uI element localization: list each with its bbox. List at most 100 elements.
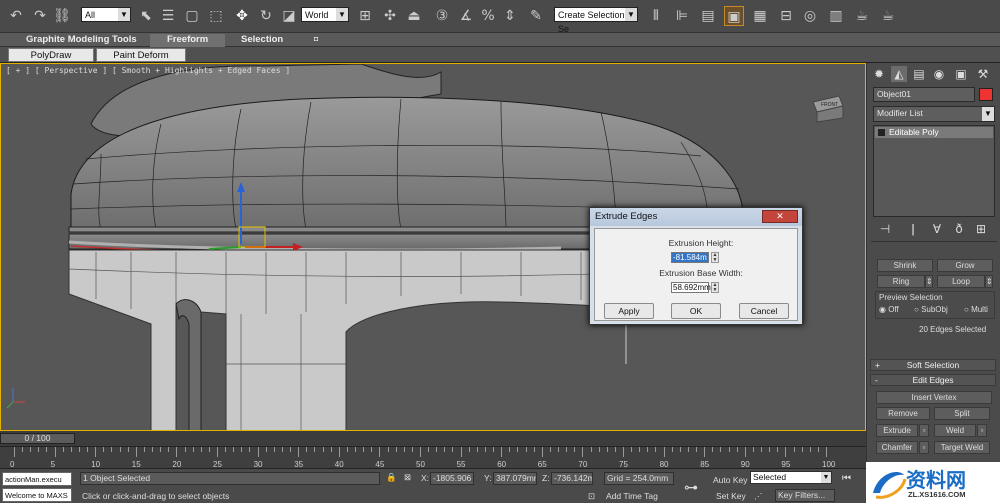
set-key-icon[interactable]: ⊶ xyxy=(684,479,698,496)
named-selection-sets-dropdown[interactable]: Create Selection Se ▼ xyxy=(554,7,638,34)
viewcube-label[interactable]: FRONT xyxy=(821,102,838,108)
object-name-field[interactable]: Object01 xyxy=(873,87,975,102)
modify-tab-icon[interactable]: ◭ xyxy=(891,66,907,82)
spinner-snap-icon[interactable]: ⇕ xyxy=(500,6,520,26)
width-spinner-icon[interactable]: ▲ ▼ xyxy=(711,282,719,293)
redo-icon[interactable]: ↷ xyxy=(30,6,50,26)
manipulate-icon[interactable]: ✣ xyxy=(380,6,400,26)
tab-paint-deform[interactable]: Paint Deform xyxy=(96,48,186,62)
show-end-result-icon[interactable]: ǀ xyxy=(905,221,921,237)
edit-named-selection-icon[interactable]: ✎ xyxy=(526,6,546,26)
extrude-button[interactable]: Extrude xyxy=(876,424,918,437)
link-icon[interactable]: ⛓ xyxy=(52,6,72,26)
grow-button[interactable]: Grow xyxy=(937,259,993,272)
ring-button[interactable]: Ring xyxy=(877,275,925,288)
go-to-start-icon[interactable]: ⏮ xyxy=(842,473,851,484)
x-coordinate-field[interactable]: -1805.906 xyxy=(430,472,474,485)
display-tab-icon[interactable]: ▣ xyxy=(953,66,969,82)
target-weld-button[interactable]: Target Weld xyxy=(934,441,990,454)
chamfer-button[interactable]: Chamfer xyxy=(876,441,918,454)
create-tab-icon[interactable]: ✹ xyxy=(871,66,887,82)
apply-button[interactable]: Apply xyxy=(604,303,654,319)
loop-spinner-icon[interactable]: ⇕ xyxy=(985,275,993,288)
render-setup-icon[interactable]: ▥ xyxy=(826,6,846,26)
viewport-label[interactable]: [ + ] [ Perspective ] [ Smooth + Highlig… xyxy=(6,66,290,75)
percent-snap-icon[interactable]: % xyxy=(478,6,498,26)
tab-polydraw[interactable]: PolyDraw xyxy=(8,48,94,62)
undo-icon[interactable]: ↶ xyxy=(6,6,26,26)
key-mode-dropdown[interactable]: Selected ▼ xyxy=(750,471,832,484)
height-spinner-icon[interactable]: ▲ ▼ xyxy=(711,252,719,263)
tab-selection[interactable]: Selection xyxy=(241,34,283,47)
extrusion-height-input[interactable]: -81.584m xyxy=(671,252,709,263)
chamfer-settings-icon[interactable]: ▫ xyxy=(919,441,929,454)
lock-icon[interactable]: 🔒 xyxy=(386,472,397,483)
preview-multi-radio[interactable]: ○ Multi xyxy=(964,305,988,314)
close-button[interactable]: ✕ xyxy=(762,210,798,223)
graphite-tools-icon[interactable]: ▣ xyxy=(724,6,744,26)
modifier-list-dropdown[interactable]: Modifier List ▼ xyxy=(873,106,995,122)
ok-button[interactable]: OK xyxy=(671,303,721,319)
key-filters-button[interactable]: Key Filters... xyxy=(775,489,835,502)
ribbon-minimize-icon[interactable]: ◘ xyxy=(314,34,318,47)
render-production-icon[interactable]: ☕ xyxy=(878,6,898,26)
angle-snap-icon[interactable]: ∡ xyxy=(456,6,476,26)
z-coordinate-field[interactable]: -736.142m xyxy=(551,472,593,485)
absolute-mode-icon[interactable]: ⊠ xyxy=(404,472,411,483)
maxscript-output-line[interactable]: Welcome to MAXS xyxy=(2,488,72,502)
tab-freeform[interactable]: Freeform xyxy=(150,34,226,47)
ring-spinner-icon[interactable]: ⇕ xyxy=(925,275,933,288)
tab-graphite-modeling-tools[interactable]: Graphite Modeling Tools xyxy=(26,34,137,47)
rotate-icon[interactable]: ↻ xyxy=(256,6,276,26)
hierarchy-tab-icon[interactable]: ▤ xyxy=(911,66,927,82)
scale-icon[interactable]: ◪ xyxy=(279,6,299,26)
snaps-toggle-icon[interactable]: ③ xyxy=(432,6,452,26)
edit-edges-rollout[interactable]: - Edit Edges xyxy=(870,374,996,386)
pin-stack-icon[interactable]: ⊣ xyxy=(877,221,893,237)
remove-button[interactable]: Remove xyxy=(876,407,930,420)
time-tag-icon[interactable]: ⊡ xyxy=(588,491,595,502)
weld-settings-icon[interactable]: ▫ xyxy=(977,424,987,437)
schematic-view-icon[interactable]: ⊟ xyxy=(776,6,796,26)
expand-icon[interactable] xyxy=(878,129,885,136)
curve-editor-icon[interactable]: ▦ xyxy=(750,6,770,26)
weld-button[interactable]: Weld xyxy=(934,424,976,437)
shrink-button[interactable]: Shrink xyxy=(877,259,933,272)
extrude-settings-icon[interactable]: ▫ xyxy=(919,424,929,437)
track-bar[interactable]: 0 5 10 15 20 25 30 35 40 45 50 55 60 65 70 75 80 85 90 95 10… xyxy=(0,446,866,469)
select-object-icon[interactable]: ⬉ xyxy=(136,6,156,26)
extrusion-base-width-input[interactable]: 58.692mm xyxy=(671,282,711,293)
render-frame-icon[interactable]: ☕ xyxy=(852,6,872,26)
stack-item-editable-poly[interactable]: Editable Poly xyxy=(875,127,993,138)
window-crossing-icon[interactable]: ⬚ xyxy=(206,6,226,26)
insert-vertex-button[interactable]: Insert Vertex xyxy=(876,391,992,404)
split-button[interactable]: Split xyxy=(934,407,990,420)
maxscript-listener-line[interactable]: actionMan.execu xyxy=(2,472,72,486)
loop-button[interactable]: Loop xyxy=(937,275,985,288)
align-icon[interactable]: ⊫ xyxy=(672,6,692,26)
utilities-tab-icon[interactable]: ⚒ xyxy=(975,66,991,82)
tangent-icon[interactable]: ⋰ xyxy=(754,491,763,502)
preview-off-radio[interactable]: ◉ Off xyxy=(879,305,899,314)
y-coordinate-field[interactable]: 387.079mm xyxy=(493,472,537,485)
layer-manager-icon[interactable]: ▤ xyxy=(698,6,718,26)
move-icon[interactable]: ✥ xyxy=(232,6,252,26)
selection-filter-dropdown[interactable]: All ▼ xyxy=(81,7,131,22)
select-by-name-icon[interactable]: ☰ xyxy=(158,6,178,26)
keyboard-shortcut-icon[interactable]: ⏏ xyxy=(404,6,424,26)
soft-selection-rollout[interactable]: + Soft Selection xyxy=(870,359,996,371)
motion-tab-icon[interactable]: ◉ xyxy=(931,66,947,82)
preview-subobj-radio[interactable]: ○ SubObj xyxy=(914,305,948,314)
reference-coord-dropdown[interactable]: World ▼ xyxy=(301,7,349,22)
cancel-button[interactable]: Cancel xyxy=(739,303,789,319)
configure-modifier-icon[interactable]: ⊞ xyxy=(973,221,989,237)
material-editor-icon[interactable]: ◎ xyxy=(800,6,820,26)
remove-modifier-icon[interactable]: ð xyxy=(951,221,967,237)
add-time-tag-button[interactable]: Add Time Tag xyxy=(606,491,658,501)
mirror-icon[interactable]: ⫴ xyxy=(646,6,666,26)
time-slider[interactable]: 0 / 100 xyxy=(0,433,75,444)
pivot-center-icon[interactable]: ⊞ xyxy=(355,6,375,26)
rect-selection-icon[interactable]: ▢ xyxy=(182,6,202,26)
object-color-swatch[interactable] xyxy=(979,88,993,101)
auto-key-button[interactable]: Auto Key xyxy=(713,475,748,485)
